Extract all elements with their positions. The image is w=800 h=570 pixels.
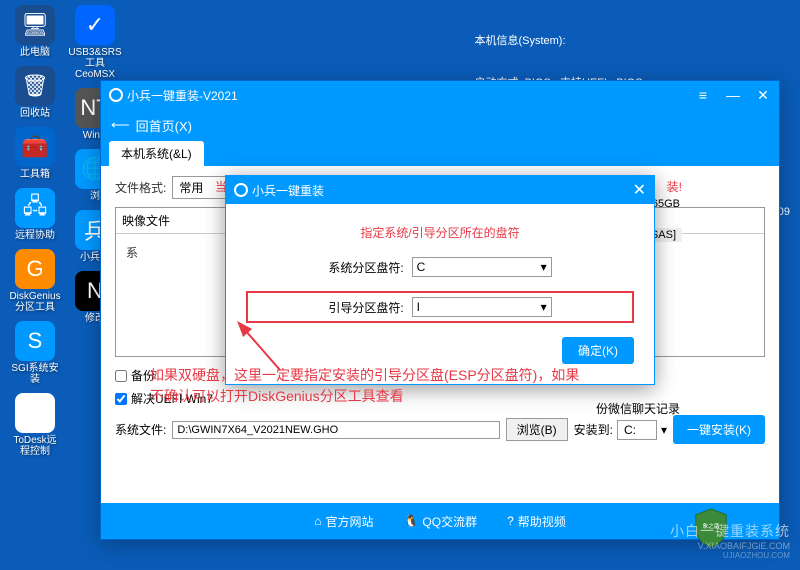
dialog-title: 小兵一键重装 (252, 182, 324, 199)
desktop-icon[interactable]: 🖥 此电脑 (10, 5, 60, 58)
desktop-icon[interactable]: SSGI系统安装 (10, 321, 60, 385)
footer-help[interactable]: ?帮助视频 (507, 513, 566, 530)
backup-wechat-label: 份微信聊天记录 (596, 400, 680, 417)
install-to-label: 安装到: (574, 421, 613, 438)
desktop-icon-label: 回收站 (20, 108, 50, 119)
desktop-icon-label: SGI系统安装 (10, 363, 60, 385)
dialog-hint: 指定系统/引导分区所在的盘符 (246, 224, 634, 241)
home-icon: ⌂ (314, 514, 321, 528)
dialog-close-icon[interactable]: ✕ (633, 180, 646, 200)
dialog-ok-button[interactable]: 确定(K) (562, 337, 634, 364)
dropdown-icon: ▾ (541, 260, 547, 274)
boot-partition-select[interactable]: I▾ (412, 297, 552, 317)
app-icon: 🖧 (15, 188, 55, 228)
desktop-icon-label: 远程协助 (15, 230, 55, 241)
app-icon: 🗑 (15, 66, 55, 106)
settings-icon[interactable]: ≡ (695, 87, 711, 103)
desktop-icon[interactable]: 🖧 远程协助 (10, 188, 60, 241)
sys-partition-label: 系统分区盘符: (328, 259, 403, 276)
desktop-icon[interactable]: TToDesk远程控制 (10, 393, 60, 457)
desktop-icon[interactable]: ✓USB3&SRS工具CeoMSX (70, 5, 120, 80)
dropdown-icon: ▾ (541, 300, 547, 314)
window-title: 小兵一键重装-V2021 (127, 87, 238, 104)
backup-checkbox[interactable] (115, 370, 127, 382)
desktop-icon-label: USB3&SRS工具CeoMSX (68, 47, 121, 80)
tab-local-system[interactable]: 本机系统(&L) (109, 141, 204, 166)
app-icon (109, 88, 123, 102)
nav-back[interactable]: 回首页(X) (136, 116, 192, 135)
back-arrow-icon[interactable]: ⟵ (111, 117, 130, 133)
install-to-select[interactable]: C: (617, 420, 657, 440)
titlebar[interactable]: 小兵一键重装-V2021 ≡ — ✕ (101, 81, 779, 109)
dropdown-icon[interactable]: ▾ (661, 423, 667, 437)
browse-button[interactable]: 浏览(B) (506, 418, 568, 441)
app-icon: S (15, 321, 55, 361)
desktop-icon-label: 此电脑 (20, 47, 50, 58)
app-icon: 🧰 (15, 127, 55, 167)
qq-icon: 🐧 (403, 514, 418, 528)
backup-label: 备份 (131, 367, 155, 384)
boot-partition-label: 引导分区盘符: (328, 299, 403, 316)
sysfile-label: 系统文件: (115, 421, 166, 438)
boot-partition-dialog: 小兵一键重装 ✕ 指定系统/引导分区所在的盘符 系统分区盘符: C▾ 引导分区盘… (225, 175, 655, 385)
uefi-label: 解决UEFI Win7 (131, 390, 213, 407)
app-icon: 🖥 (15, 5, 55, 45)
install-button[interactable]: 一键安装(K) (673, 415, 765, 444)
desktop-icon-label: 工具箱 (20, 169, 50, 180)
desktop-icon-label: ToDesk远程控制 (10, 435, 60, 457)
app-icon: T (15, 393, 55, 433)
sysfile-input[interactable] (172, 421, 499, 439)
desktop-icon-label: 浏 (90, 191, 100, 202)
desktop-icon[interactable]: GDiskGenius分区工具 (10, 249, 60, 313)
app-icon: ✓ (75, 5, 115, 45)
file-format-label: 文件格式: (115, 179, 166, 196)
desktop-icon[interactable]: 🗑 回收站 (10, 66, 60, 119)
footer-qq[interactable]: 🐧QQ交流群 (403, 513, 477, 530)
uefi-checkbox[interactable] (115, 393, 127, 405)
desktop-icon-label: DiskGenius分区工具 (9, 291, 60, 313)
minimize-icon[interactable]: — (725, 87, 741, 103)
desktop-icon[interactable]: 🧰 工具箱 (10, 127, 60, 180)
footer-site[interactable]: ⌂官方网站 (314, 513, 373, 530)
sys-partition-select[interactable]: C▾ (412, 257, 552, 277)
app-icon: G (15, 249, 55, 289)
warning-text-right: 装! (667, 178, 682, 195)
help-icon: ? (507, 514, 514, 528)
app-icon (234, 183, 248, 197)
close-icon[interactable]: ✕ (755, 87, 771, 103)
watermark: 小白一键重装系统 V.XIAOBAIFJGiE.COM UJIAOZHOU.CO… (670, 521, 790, 560)
